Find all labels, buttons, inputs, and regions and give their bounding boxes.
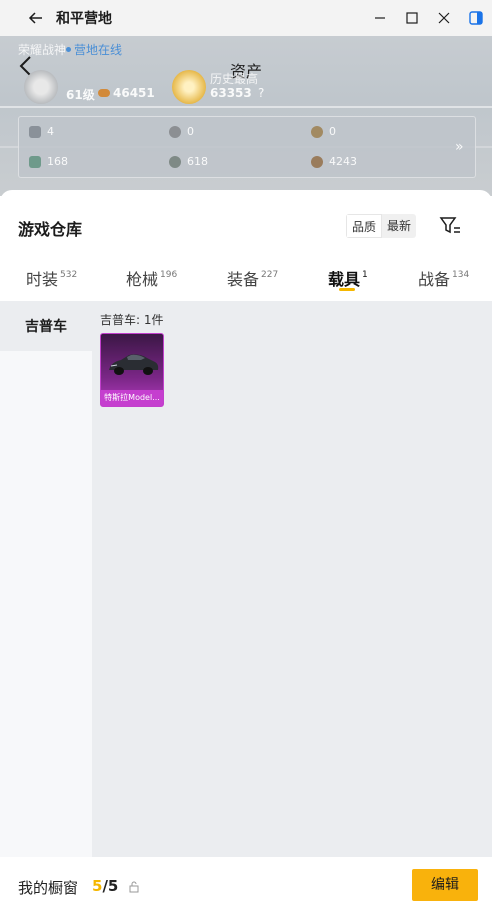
- active-tab-indicator: [339, 288, 355, 291]
- car-image: [109, 354, 159, 375]
- stats-panel: 4 0 0 168 618 4243 »: [18, 116, 476, 178]
- coin-icon: [169, 125, 181, 138]
- more-arrow-icon[interactable]: »: [455, 139, 464, 155]
- sort-quality-option[interactable]: 品质: [346, 214, 383, 238]
- assets-header: 荣耀战神 营地在线 资产 61级 46451 历史最高 63353 ? 4 0 …: [0, 36, 492, 196]
- stat-card: 4: [29, 125, 54, 138]
- warehouse-sheet: 游戏仓库 品质 最新 时装 532 枪械 196 装备 227 载具 1 战备 134 吉…: [0, 190, 492, 912]
- wings-icon: [98, 89, 110, 97]
- category-tabs: 时装 532 枪械 196 装备 227 载具 1 战备 134: [0, 260, 492, 300]
- group-label: 吉普车: 1件: [100, 313, 164, 327]
- back-arrow-icon[interactable]: [24, 6, 48, 30]
- window-titlebar: 和平营地: [0, 0, 492, 36]
- warehouse-content: 吉普车 吉普车: 1件 特斯拉Model...: [0, 301, 492, 912]
- online-status: 营地在线: [66, 41, 122, 58]
- sort-newest-option[interactable]: 最新: [382, 214, 416, 238]
- online-dot-icon: [66, 47, 71, 52]
- stat-coin: 0: [169, 125, 194, 138]
- tab-firearms[interactable]: 枪械 196: [126, 266, 177, 290]
- edit-button[interactable]: 编辑: [412, 869, 478, 901]
- window-title: 和平营地: [56, 11, 112, 27]
- item-name: 特斯拉Model...: [101, 390, 163, 406]
- points-value: 46451: [98, 86, 155, 100]
- card-icon: [29, 125, 41, 138]
- filter-icon[interactable]: [438, 214, 462, 238]
- score-value: 63353: [210, 86, 252, 100]
- showcase-bar: 我的橱窗 5/5 编辑: [0, 857, 492, 912]
- subcategory-sidebar: 吉普车: [0, 301, 92, 857]
- stat-ball: 618: [169, 155, 208, 168]
- tab-equipment[interactable]: 装备 227: [227, 266, 278, 290]
- tab-fashion[interactable]: 时装 532: [26, 266, 77, 290]
- gold-medal-icon: [172, 70, 206, 104]
- warehouse-title: 游戏仓库: [18, 220, 83, 239]
- rank-medal-icon: [24, 70, 58, 104]
- level-value: 61级: [66, 88, 95, 102]
- vehicle-item-card[interactable]: 特斯拉Model...: [100, 333, 164, 407]
- showcase-label: 我的橱窗: [18, 879, 79, 897]
- maximize-icon[interactable]: [396, 0, 428, 36]
- showcase-count: 5/5: [92, 877, 119, 895]
- history-label: 历史最高: [210, 72, 259, 86]
- sort-toggle: 品质 最新: [346, 214, 417, 238]
- tab-vehicles[interactable]: 载具 1: [328, 266, 368, 290]
- close-icon[interactable]: [428, 0, 460, 36]
- stat-bronze: 4243: [311, 155, 357, 168]
- subcategory-jeep[interactable]: 吉普车: [0, 301, 92, 351]
- tab-supplies[interactable]: 战备 134: [418, 266, 469, 290]
- help-icon[interactable]: ?: [258, 86, 264, 100]
- lock-icon: [128, 879, 140, 893]
- medal-icon: [311, 125, 323, 138]
- bronze-coin-icon: [311, 155, 323, 168]
- ball-icon: [169, 155, 181, 168]
- minimize-icon[interactable]: [364, 0, 396, 36]
- stat-gem: 168: [29, 155, 68, 168]
- sidebar-toggle-icon[interactable]: [460, 0, 492, 36]
- gem-icon: [29, 155, 41, 168]
- stat-medal: 0: [311, 125, 336, 138]
